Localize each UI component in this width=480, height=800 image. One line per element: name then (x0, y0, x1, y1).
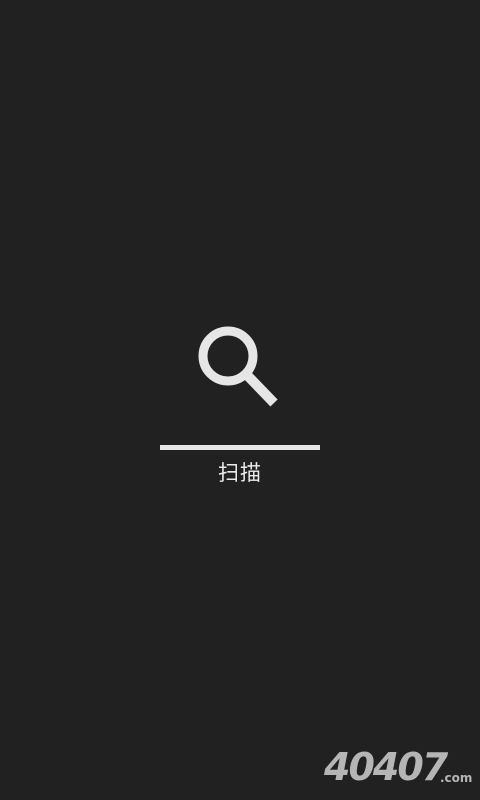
search-icon (195, 323, 281, 409)
svg-text:.com: .com (440, 771, 472, 785)
scan-progress-fill (160, 445, 320, 450)
watermark-logo: 40407 .com (322, 744, 472, 794)
scan-progress-bar (160, 445, 320, 450)
svg-text:40407: 40407 (323, 745, 449, 789)
scan-status-label: 扫描 (218, 461, 262, 485)
scan-screen: 扫描 40407 .com (0, 0, 480, 800)
